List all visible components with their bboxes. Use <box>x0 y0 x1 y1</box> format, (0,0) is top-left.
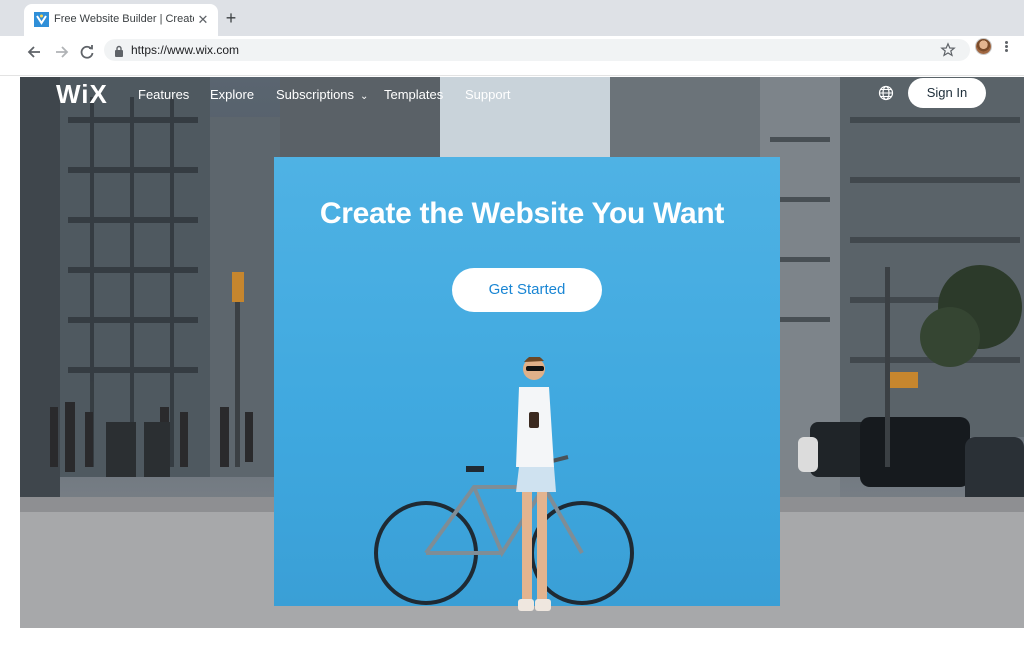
close-icon[interactable]: ✕ <box>196 13 210 27</box>
lock-icon <box>114 44 124 57</box>
chevron-down-icon: ⌄ <box>360 91 369 102</box>
url-text[interactable]: https://www.wix.com <box>131 42 239 58</box>
globe-icon[interactable] <box>878 85 894 101</box>
browser-tab-strip: Free Website Builder | Create a Free Web… <box>0 0 1024 36</box>
forward-arrow-icon[interactable] <box>50 41 72 63</box>
browser-tab-active[interactable]: Free Website Builder | Create a Free Web… <box>24 4 218 36</box>
web-page-viewport: WiX Features Explore Subscriptions ⌄ Temp… <box>20 77 1024 628</box>
menu-kebab-icon[interactable] <box>1002 40 1010 54</box>
wix-favicon-icon <box>34 12 49 27</box>
browser-toolbar: https://www.wix.com <box>0 36 1024 76</box>
tab-title: Free Website Builder | Create a Free Web… <box>54 13 194 25</box>
nav-templates[interactable]: Templates <box>384 87 443 103</box>
address-bar[interactable]: https://www.wix.com <box>104 39 970 61</box>
back-arrow-icon[interactable] <box>24 41 46 63</box>
nav-features[interactable]: Features <box>138 87 189 103</box>
star-icon[interactable] <box>940 42 956 58</box>
site-header: WiX Features Explore Subscriptions ⌄ Temp… <box>20 77 1024 117</box>
nav-explore[interactable]: Explore <box>210 87 254 103</box>
nav-subscriptions-label: Subscriptions <box>276 87 355 102</box>
nav-support[interactable]: Support <box>465 87 511 103</box>
new-tab-button[interactable]: + <box>222 9 240 27</box>
reload-icon[interactable] <box>76 41 98 63</box>
sign-in-button[interactable]: Sign In <box>908 78 986 108</box>
woman-with-bicycle-image <box>374 357 634 611</box>
get-started-button[interactable]: Get Started <box>452 268 602 312</box>
hero-title: Create the Website You Want <box>319 197 725 230</box>
wix-logo[interactable]: WiX <box>56 79 108 109</box>
nav-subscriptions[interactable]: Subscriptions ⌄ <box>276 87 368 105</box>
profile-avatar[interactable] <box>975 38 992 55</box>
